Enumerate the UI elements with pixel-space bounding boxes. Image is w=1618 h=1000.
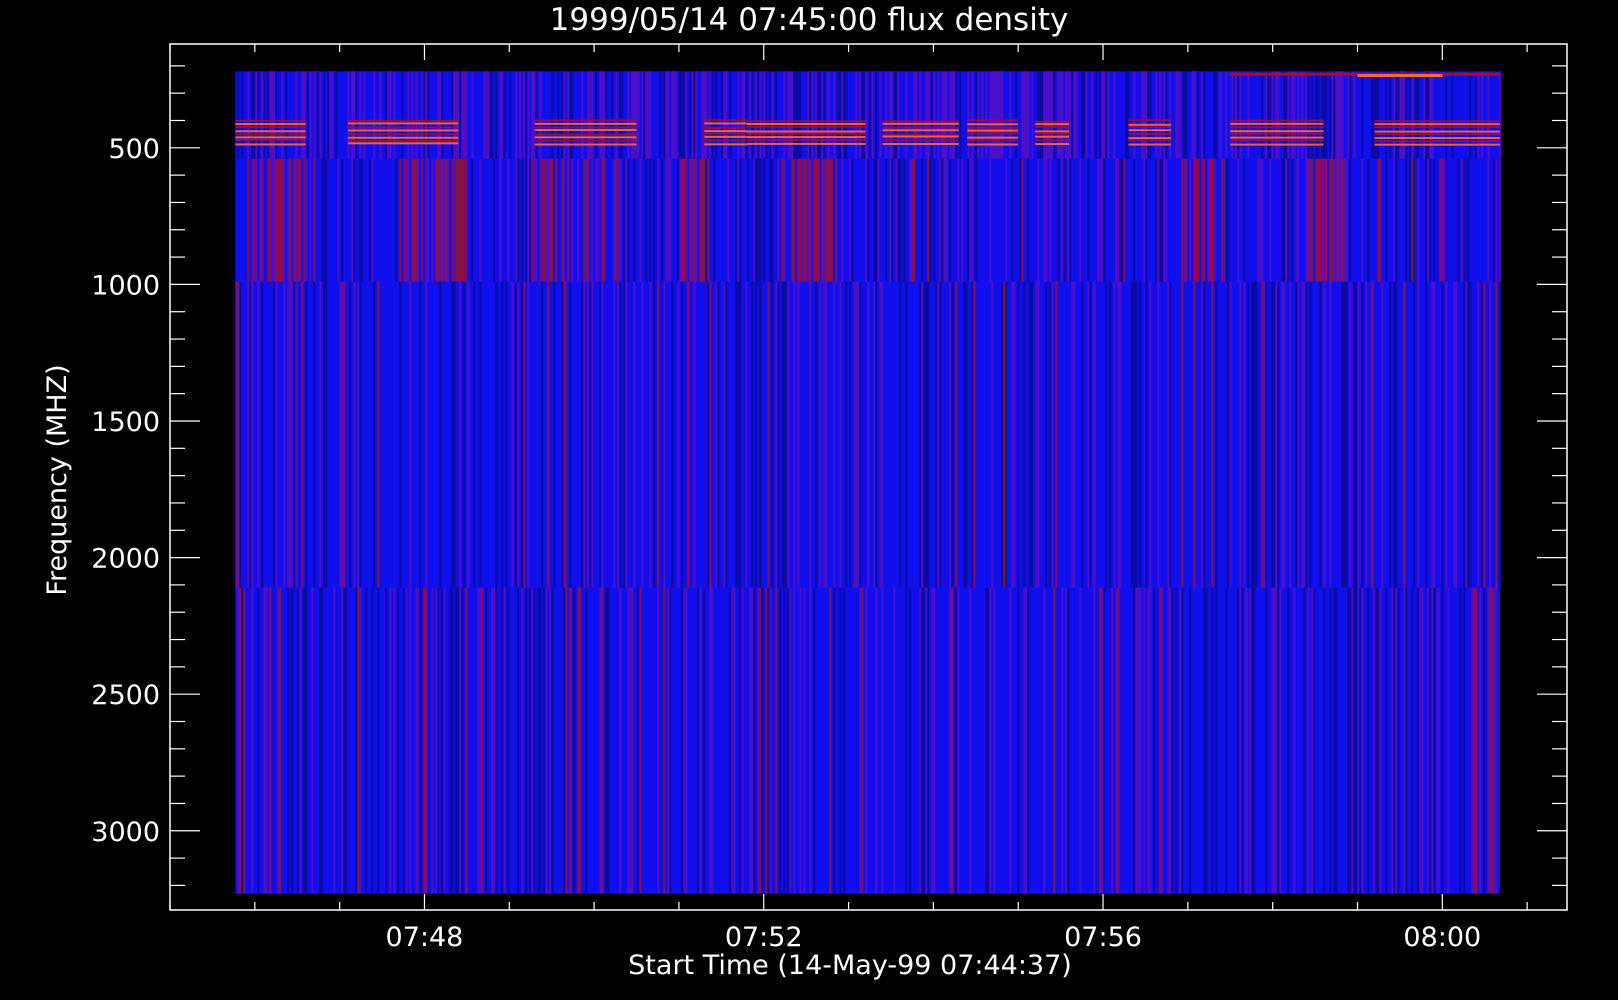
y-tick-label: 500 [108,134,160,165]
chart-title: 1999/05/14 07:45:00 flux density [550,2,1069,38]
y-tick-label: 2000 [91,544,160,575]
spectrogram-chart: 1999/05/14 07:45:00 flux density 07:48 07… [42,2,1568,981]
y-axis-label: Frequency (MHZ) [42,364,73,595]
y-tick-labels: 500 1000 1500 2000 2500 3000 [91,134,160,848]
x-tick-label: 07:52 [725,922,803,953]
y-tick-label: 1000 [91,270,160,301]
heatmap-band-striated [237,587,1498,894]
x-tick-labels: 07:48 07:52 07:56 08:00 [386,922,1482,953]
heatmap-band-noisy-bursts [237,71,1502,159]
x-tick-label: 07:48 [386,922,464,953]
x-axis-label: Start Time (14-May-99 07:44:37) [628,950,1072,981]
y-tick-label: 2500 [91,680,160,711]
flux-density-heatmap [235,71,1502,894]
x-tick-label: 08:00 [1403,922,1481,953]
y-tick-label: 3000 [91,817,160,848]
heatmap-band-striated-warm [247,158,1502,282]
y-tick-label: 1500 [91,407,160,438]
x-tick-label: 07:56 [1064,922,1142,953]
